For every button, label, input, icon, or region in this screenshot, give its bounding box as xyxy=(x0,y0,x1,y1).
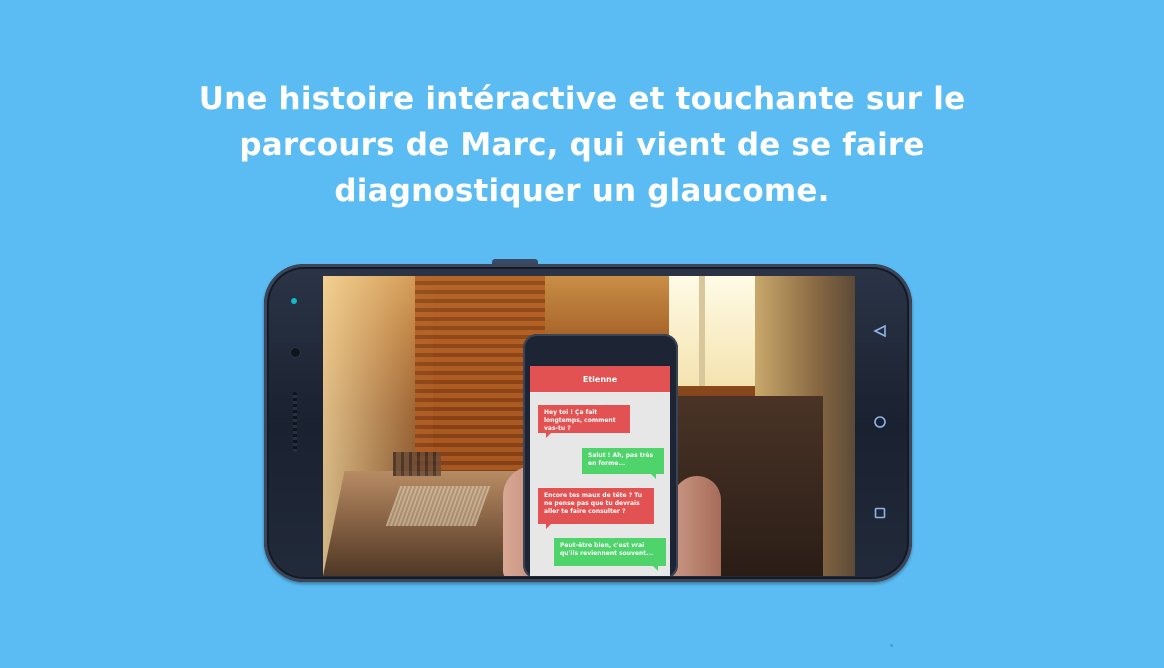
chat-message-text: Salut ! Ah, pas très en forme... xyxy=(588,452,654,467)
headline-line-3: diagnostiquer un glaucome. xyxy=(334,173,830,209)
decorative-dot xyxy=(890,644,893,647)
sensor-icon xyxy=(290,347,301,358)
right-hand xyxy=(673,476,721,576)
kitchen-window xyxy=(669,276,755,386)
held-phone: Etienne Hey toi ! Ça fait longtemps, com… xyxy=(523,334,678,576)
chat-message-text: Peut-être bien, c'est vrai qu'ils revien… xyxy=(560,542,654,557)
chat-message-text: Encore tes maux de tête ? Tu ne pense pa… xyxy=(544,492,642,515)
headline-line-2: parcours de Marc, qui vient de se faire xyxy=(239,127,925,163)
front-camera-icon xyxy=(291,298,297,304)
home-circle-icon[interactable] xyxy=(872,414,888,430)
speaker-grille xyxy=(293,392,297,452)
back-triangle-icon[interactable] xyxy=(872,323,888,339)
chat-message-outgoing: Salut ! Ah, pas très en forme... xyxy=(582,448,664,479)
bubble-tail xyxy=(653,566,658,571)
bubble-tail xyxy=(651,474,656,479)
recents-square-icon[interactable] xyxy=(872,505,888,521)
chat-message-text: Hey toi ! Ça fait longtemps, comment vas… xyxy=(544,409,616,432)
chat-message-incoming: Encore tes maux de tête ? Tu ne pense pa… xyxy=(538,488,654,529)
chat-screen: Etienne Hey toi ! Ça fait longtemps, com… xyxy=(530,366,670,576)
bubble-tail xyxy=(546,524,551,529)
chat-contact-name: Etienne xyxy=(530,366,670,392)
bubble-tail xyxy=(546,433,551,438)
chat-message-outgoing: Peut-être bien, c'est vrai qu'ils revien… xyxy=(554,538,666,571)
headline: Une histoire intéractive et touchante su… xyxy=(130,76,1034,214)
placemat xyxy=(385,486,491,526)
chair xyxy=(393,452,441,476)
phone-screen-photo: Etienne Hey toi ! Ça fait longtemps, com… xyxy=(323,276,855,576)
chat-message-incoming: Hey toi ! Ça fait longtemps, comment vas… xyxy=(538,405,630,438)
headline-line-1: Une histoire intéractive et touchante su… xyxy=(198,81,966,117)
